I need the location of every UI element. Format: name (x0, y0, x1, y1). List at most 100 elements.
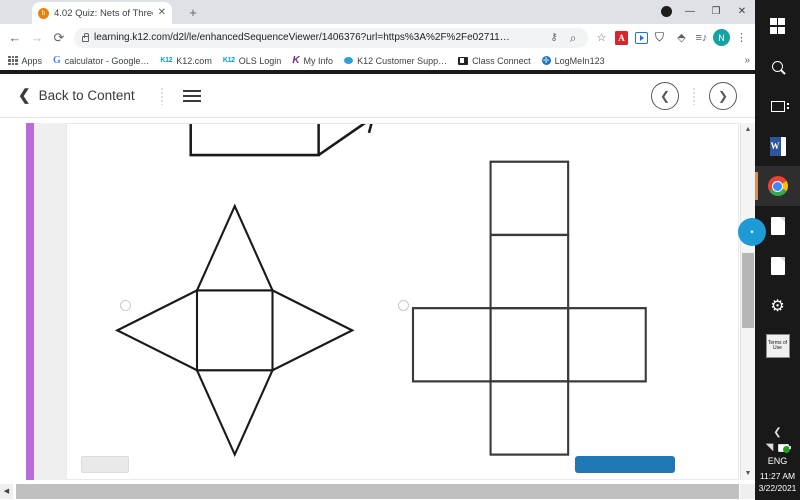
k-logo-icon: K (292, 55, 300, 66)
document-icon (770, 217, 785, 235)
back-to-content-label: Back to Content (38, 88, 135, 103)
zoom-icon[interactable]: ⌕ (566, 28, 580, 48)
search-button[interactable] (755, 46, 800, 86)
apps-grid-icon (8, 55, 18, 66)
terms-of-use-label: Terms of Use (767, 339, 788, 351)
radio-option-cube[interactable] (398, 300, 409, 311)
chrome-menu-icon[interactable]: ⋮ (732, 28, 751, 47)
bookmark-logmein123[interactable]: ✛ LogMeIn123 (538, 56, 612, 66)
minimize-button[interactable]: — (677, 0, 703, 24)
document-button-2[interactable] (755, 246, 800, 286)
secondary-button[interactable] (81, 456, 129, 473)
windows-logo-icon (769, 18, 786, 34)
avatar[interactable]: N (712, 28, 731, 47)
blue-oval-icon (344, 57, 354, 64)
back-to-content-button[interactable]: ❮ Back to Content (18, 88, 135, 103)
system-tray: ❮ ◥ ENG 11:27 AM 3/22/2021 (755, 423, 800, 500)
close-icon[interactable]: ✕ (158, 8, 166, 18)
horizontal-scrollbar[interactable]: ◀ ▶ (0, 484, 755, 499)
quiz-answer-canvas (66, 123, 739, 480)
menu-icon[interactable] (182, 89, 201, 102)
submit-button[interactable] (575, 456, 675, 473)
battery-icon[interactable] (778, 443, 792, 453)
profile-circle-icon[interactable] (655, 0, 677, 24)
new-tab-button[interactable]: + (184, 4, 202, 22)
dotted-divider (693, 86, 695, 105)
settings-button[interactable]: ⚙ (755, 286, 800, 326)
window-close-button[interactable]: ✕ (729, 0, 755, 24)
forward-icon[interactable]: → (26, 27, 48, 49)
scroll-left-arrow[interactable]: ◀ (0, 484, 13, 499)
lms-header-bar: ❮ Back to Content ❮ ❯ (0, 74, 755, 118)
bookmark-ols-login[interactable]: K12 OLS Login (219, 56, 288, 66)
next-page-button[interactable]: ❯ (709, 81, 737, 110)
key-icon[interactable]: ⚷ (547, 28, 561, 48)
page-navigation: ❮ ❯ (651, 81, 737, 110)
bookmark-calculator[interactable]: G calculator - Google… (49, 55, 156, 66)
radio-option-square-pyramid[interactable] (120, 300, 131, 311)
url-text: learning.k12.com/d2l/le/enhancedSequence… (94, 32, 510, 43)
left-gutter (34, 123, 66, 480)
feedback-tab-icon: • (750, 227, 754, 237)
bookmark-k12com[interactable]: K12 K12.com (156, 56, 218, 66)
scroll-down-arrow[interactable]: ▼ (741, 467, 755, 480)
google-g-icon: G (53, 55, 61, 66)
bookmark-label: Apps (21, 55, 43, 66)
cat-extension-icon[interactable]: ⛉ (652, 28, 671, 47)
wifi-icon[interactable]: ◥ (766, 442, 774, 453)
lms-page: ❮ Back to Content ❮ ❯ ▲ ▼ ◀ (0, 74, 755, 500)
video-extension-icon[interactable] (632, 28, 651, 47)
language-indicator[interactable]: ENG (755, 456, 800, 470)
windows-taskbar: ⚙ Terms of Use ❮ ◥ ENG 11:27 AM 3/22/202… (755, 0, 800, 500)
bookmark-apps[interactable]: Apps (4, 56, 49, 66)
clock-date[interactable]: 3/22/2021 (755, 482, 800, 500)
logmein-icon: ✛ (541, 55, 551, 65)
bookmark-label: K12 Customer Supp… (357, 55, 448, 66)
dotted-divider (160, 86, 163, 105)
browser-tab[interactable]: b 4.02 Quiz: Nets of Three-Dimensi ✕ (32, 2, 172, 24)
start-button[interactable] (755, 6, 800, 46)
chevron-left-icon: ❮ (18, 87, 31, 104)
bookmark-my-info[interactable]: K My Info (288, 55, 340, 66)
vertical-scrollbar[interactable]: ▲ ▼ (740, 123, 755, 480)
purple-accent-bar (26, 123, 34, 480)
terms-of-use-button[interactable]: Terms of Use (755, 326, 800, 366)
feedback-tab-button[interactable]: • (738, 218, 766, 246)
tab-strip: b 4.02 Quiz: Nets of Three-Dimensi ✕ + —… (0, 0, 755, 24)
bookmark-star-icon[interactable]: ☆ (592, 28, 611, 47)
word-button[interactable] (755, 126, 800, 166)
reload-icon[interactable]: ⟳ (48, 27, 70, 49)
media-list-icon[interactable]: ≡♪ (692, 28, 711, 47)
search-icon (772, 60, 783, 72)
bookmark-label: OLS Login (238, 55, 282, 66)
chrome-button[interactable] (755, 166, 800, 206)
document-icon (770, 257, 785, 275)
partial-net-figure (189, 124, 373, 157)
pdf-extension-icon[interactable]: A (612, 28, 631, 47)
bookmark-k12-customer-support[interactable]: K12 Customer Supp… (340, 56, 454, 66)
tray-status-icons: ◥ (755, 442, 800, 456)
maximize-button[interactable]: ❐ (703, 0, 729, 24)
scroll-up-arrow[interactable]: ▲ (741, 123, 755, 136)
task-view-button[interactable] (755, 86, 800, 126)
vertical-scrollbar-thumb[interactable] (742, 253, 754, 328)
bookmark-label: Class Connect (472, 55, 531, 66)
terms-of-use-icon: Terms of Use (765, 334, 790, 358)
bookmark-label: K12.com (176, 55, 212, 66)
address-bar[interactable]: learning.k12.com/d2l/le/enhancedSequence… (74, 27, 588, 48)
previous-page-button[interactable]: ❮ (651, 81, 679, 110)
back-icon[interactable]: ← (4, 27, 26, 49)
show-hidden-icons-button[interactable]: ❮ (755, 423, 800, 442)
tab-favicon: b (38, 7, 49, 19)
browser-toolbar: ← → ⟳ learning.k12.com/d2l/le/enhancedSe… (0, 24, 755, 51)
bookmark-label: My Info (303, 55, 334, 66)
content-viewport: ▲ ▼ ◀ ▶ (0, 118, 755, 499)
chrome-icon (767, 176, 788, 196)
bookmark-class-connect[interactable]: Class Connect (454, 56, 538, 66)
word-icon (769, 136, 786, 156)
puzzle-extensions-icon[interactable]: ⬘ (672, 28, 691, 47)
tab-title: 4.02 Quiz: Nets of Three-Dimensi (54, 7, 153, 19)
window-controls: — ❐ ✕ (655, 0, 755, 24)
bookmarks-overflow-icon[interactable]: » (744, 55, 750, 66)
gear-icon: ⚙ (770, 297, 785, 315)
